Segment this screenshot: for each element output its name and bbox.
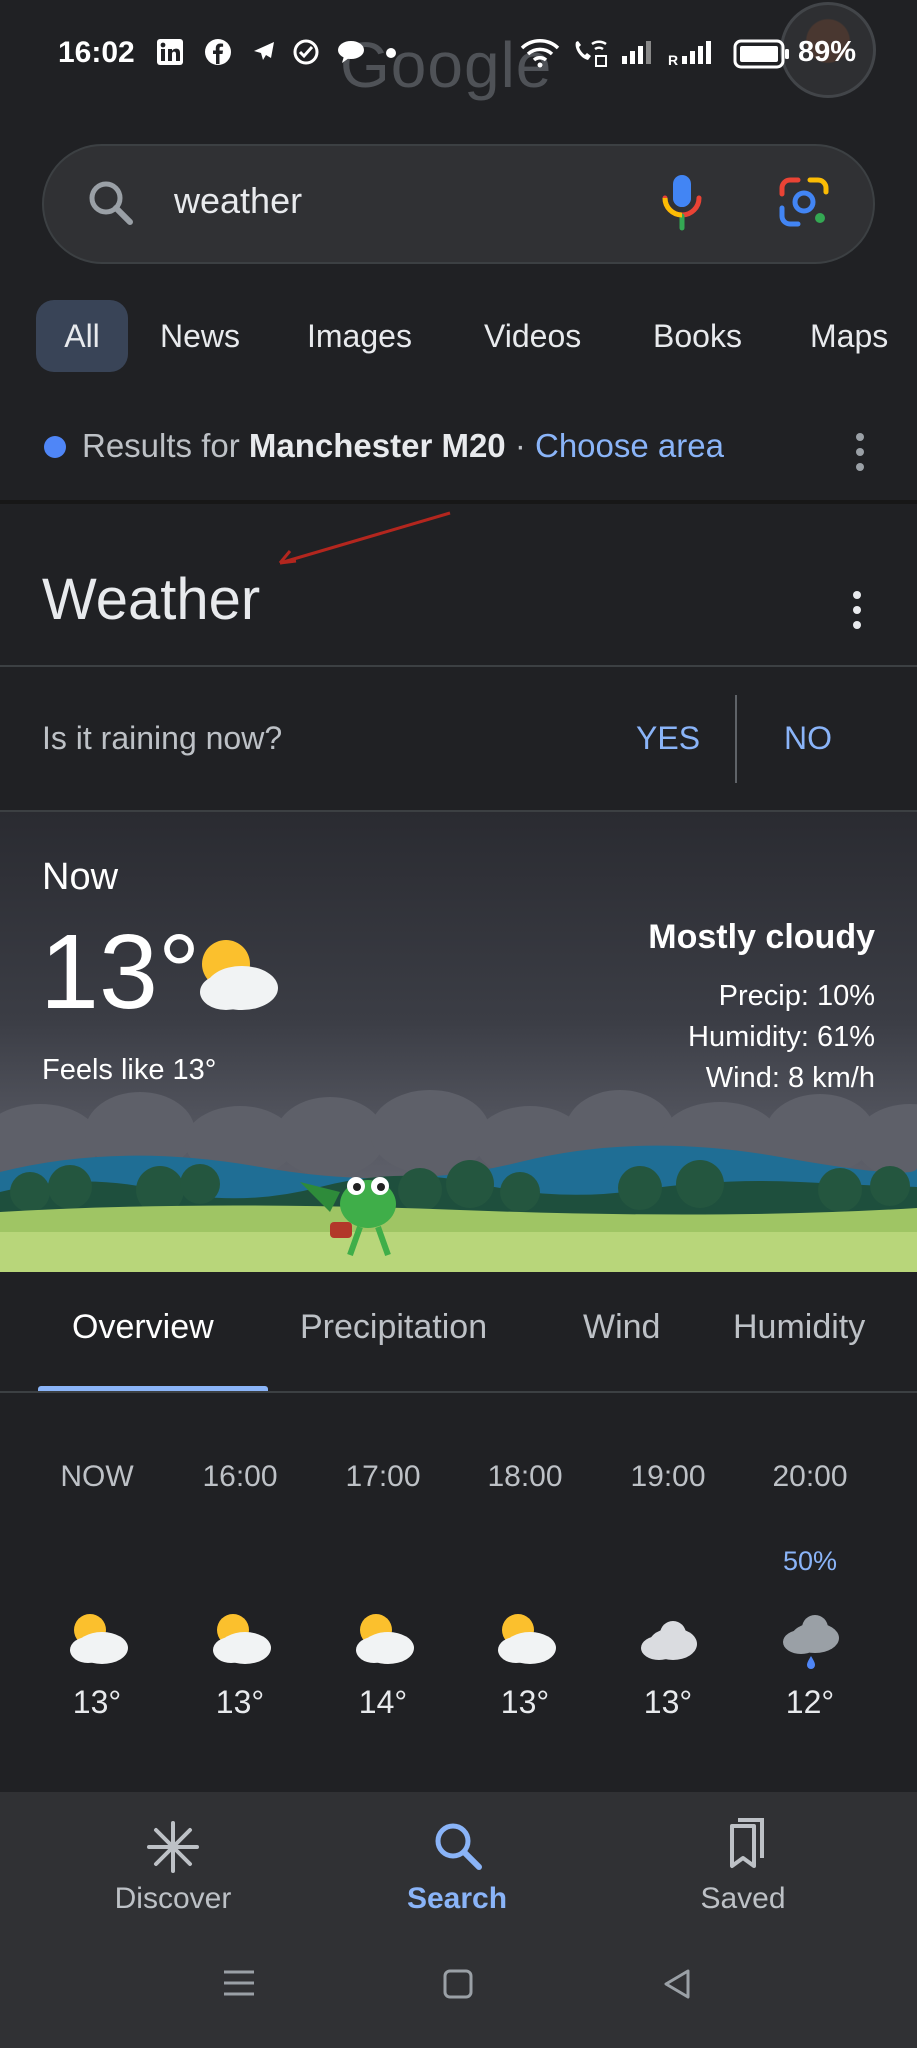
now-label: Now: [42, 856, 119, 898]
hour-precip-chance: 50%: [782, 1546, 838, 1576]
hour-time: 17:00: [345, 1460, 421, 1493]
hour-time: 18:00: [487, 1460, 563, 1493]
hour-time: NOW: [60, 1460, 134, 1493]
annotation-arrow: [270, 505, 460, 580]
yes-button[interactable]: YES: [636, 720, 700, 757]
divider: [0, 1391, 917, 1393]
current-temperature: 13°: [40, 913, 201, 1031]
saved-icon[interactable]: [718, 1816, 770, 1877]
nav-search[interactable]: Search: [357, 1882, 557, 1916]
dot-icon: [386, 48, 396, 58]
discover-icon[interactable]: [146, 1820, 200, 1879]
hour-temp: 12°: [785, 1684, 835, 1720]
hour-temp: 13°: [500, 1684, 550, 1720]
facebook-icon: [204, 38, 232, 66]
tab-books[interactable]: Books: [653, 300, 742, 372]
tab-news[interactable]: News: [160, 300, 240, 372]
status-time: 16:02: [58, 36, 135, 69]
condition: Mostly cloudy: [648, 918, 875, 956]
roaming-label: R: [668, 52, 679, 68]
choose-area-link[interactable]: Choose area: [535, 427, 724, 464]
home-icon[interactable]: [442, 1968, 474, 2005]
search-icon[interactable]: [86, 178, 136, 233]
battery-icon: [733, 39, 791, 74]
partly-cloudy-icon: [350, 1608, 460, 1668]
location-dot-icon: [44, 436, 66, 458]
location-separator: ·: [505, 427, 535, 464]
tab-images[interactable]: Images: [307, 300, 412, 372]
search-nav-icon[interactable]: [432, 1820, 484, 1877]
rain-cloud-icon: [777, 1608, 887, 1669]
hour-time: 16:00: [202, 1460, 278, 1493]
search-input[interactable]: weather: [174, 180, 302, 222]
search-box[interactable]: [42, 144, 875, 264]
partly-cloudy-icon: [492, 1608, 602, 1668]
hour-temp: 13°: [643, 1684, 693, 1720]
tab-maps[interactable]: Maps: [810, 300, 917, 372]
linkedin-icon: [156, 38, 184, 66]
forecast-tab-humidity[interactable]: Humidity: [733, 1308, 865, 1347]
battery-percent: 89%: [798, 36, 857, 68]
yes-no-divider: [735, 695, 737, 783]
precip: Precip: 10%: [718, 980, 875, 1012]
tab-all[interactable]: All: [36, 300, 128, 372]
hour-time: 19:00: [630, 1460, 706, 1493]
chat-bubble-icon: [336, 38, 364, 66]
hour-temp: 14°: [358, 1684, 408, 1720]
wifi-calling-icon: [570, 38, 610, 67]
partly-cloudy-icon: [186, 928, 282, 1023]
location-prefix: Results for: [82, 427, 249, 464]
partly-cloudy-icon: [64, 1608, 174, 1668]
partly-cloudy-icon: [207, 1608, 317, 1668]
tab-videos[interactable]: Videos: [484, 300, 581, 372]
nav-discover[interactable]: Discover: [73, 1882, 273, 1916]
signal-icon: [620, 38, 656, 66]
airplane-icon: [250, 38, 278, 66]
forecast-tab-overview[interactable]: Overview: [72, 1308, 214, 1347]
section-divider: [0, 500, 917, 504]
nav-saved[interactable]: Saved: [643, 1882, 843, 1916]
mic-icon[interactable]: [660, 172, 704, 237]
raining-question: Is it raining now?: [42, 720, 283, 756]
roaming-signal-icon: [680, 38, 720, 66]
humidity: Humidity: 61%: [688, 1021, 875, 1053]
location-place: Manchester M20: [248, 427, 506, 464]
back-icon[interactable]: [662, 1968, 692, 2005]
location-more-icon[interactable]: [856, 433, 866, 478]
feels-like: Feels like 13°: [42, 1054, 217, 1086]
check-circle-icon: [292, 38, 320, 66]
wifi-icon: [520, 38, 560, 68]
weather-more-icon[interactable]: [853, 591, 863, 636]
lens-icon[interactable]: [778, 176, 830, 233]
location-line: Results for Manchester M20 · Choose area: [82, 427, 724, 465]
wind: Wind: 8 km/h: [705, 1062, 875, 1094]
forecast-tab-precipitation[interactable]: Precipitation: [300, 1308, 487, 1347]
hour-temp: 13°: [72, 1684, 122, 1720]
no-button[interactable]: NO: [784, 720, 832, 757]
weather-title: Weather: [42, 567, 261, 632]
cloud-icon: [635, 1608, 745, 1668]
forecast-tab-wind[interactable]: Wind: [583, 1308, 660, 1347]
menu-icon[interactable]: [222, 1968, 256, 2003]
hour-time: 20:00: [772, 1460, 848, 1493]
divider: [0, 665, 917, 667]
hour-temp: 13°: [215, 1684, 265, 1720]
